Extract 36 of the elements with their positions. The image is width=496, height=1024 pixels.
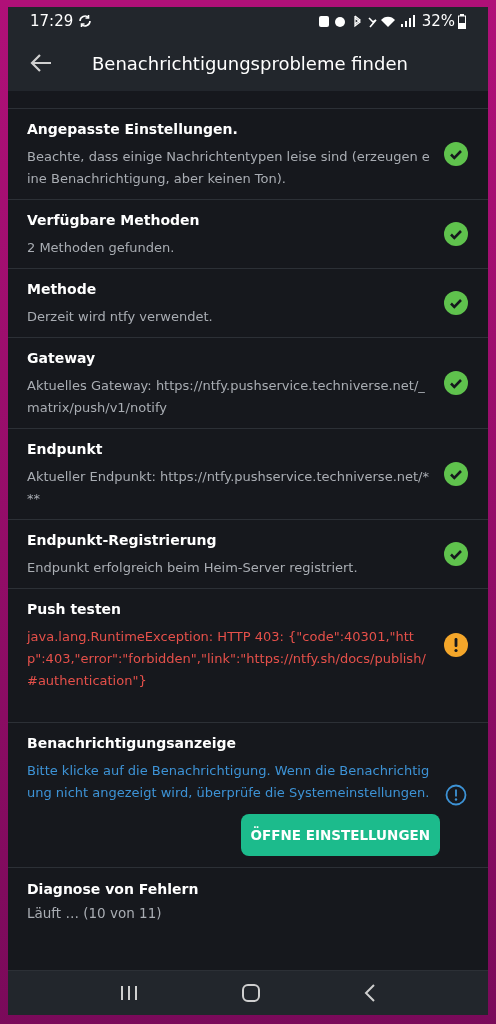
- check-description: Aktuelles Gateway: https://ntfy.pushservice.techniverse.net/_matrix/push/v1/notify: [27, 377, 426, 417]
- info-icon: [444, 783, 468, 807]
- open-settings-button[interactable]: ÖFFNE EINSTELLUNGEN: [240, 814, 440, 856]
- check-title: Angepasste Einstellungen.: [27, 120, 239, 139]
- battery-percentage: 32%: [421, 10, 455, 32]
- check-title: Endpunkt-Registrierung: [27, 531, 218, 550]
- check-icon: [444, 462, 468, 486]
- check-title: Endpunkt: [27, 440, 104, 459]
- check-icon: [444, 222, 468, 246]
- check-title: Benachrichtigungsanzeige: [27, 734, 237, 753]
- check-title: Gateway: [27, 349, 97, 368]
- sync-icon: [77, 13, 94, 29]
- screen-title: Benachrichtigungsprobleme finden: [92, 51, 408, 76]
- check-title: Diagnose von Fehlern: [27, 880, 200, 899]
- check-description: Beachte, dass einige Nachrichtentypen leise sind (erzeugen eine Benachrichtigung, aber keinen Ton).: [27, 148, 431, 188]
- home-icon[interactable]: [242, 984, 260, 1002]
- check-icon: [444, 542, 468, 566]
- status-time: 17:29: [30, 10, 74, 32]
- back-arrow-icon[interactable]: [30, 53, 52, 73]
- battery-icon: [458, 13, 466, 29]
- check-icon: [444, 371, 468, 395]
- recent-apps-icon[interactable]: [120, 985, 138, 1001]
- check-icon: [444, 291, 468, 315]
- check-title: Methode: [27, 280, 98, 299]
- check-description: Läuft … (10 von 11): [27, 904, 163, 923]
- check-description: Endpunkt erfolgreich beim Heim-Server registriert.: [27, 559, 359, 577]
- check-description: Derzeit wird ntfy verwendet.: [27, 308, 214, 326]
- check-title: Push testen: [27, 600, 123, 619]
- check-icon: [444, 142, 468, 166]
- check-description: 2 Methoden gefunden.: [27, 239, 176, 257]
- check-description: Bitte klicke auf die Benachrichtigung. Wenn die Benachrichtigung nicht angezeigt wird, überprüfe die Systemeinstellungen.: [27, 762, 431, 802]
- check-description: java.lang.RuntimeException: HTTP 403: {"code":40301,"http":403,"error":"forbidden","link":"https://ntfy.sh/docs/publish/#authentication"}: [27, 628, 427, 690]
- check-description: Aktueller Endpunkt: https://ntfy.pushservice.techniverse.net/***: [27, 468, 430, 508]
- check-title: Verfügbare Methoden: [27, 211, 201, 230]
- warning-icon: [444, 633, 468, 657]
- back-icon[interactable]: [364, 984, 376, 1002]
